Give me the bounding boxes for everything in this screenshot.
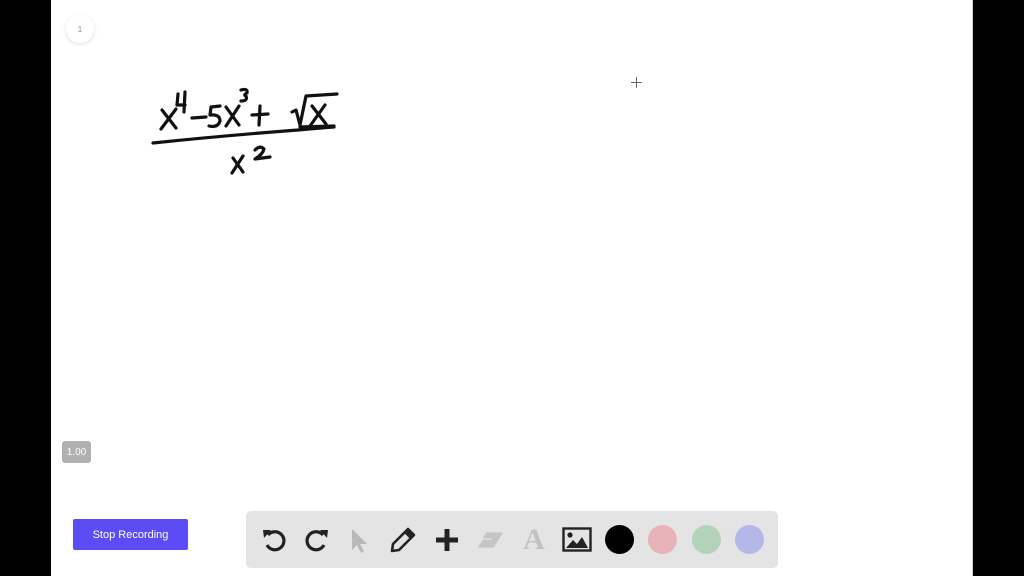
ink-2 xyxy=(253,145,272,161)
ink-plus xyxy=(250,104,270,127)
ink-4 xyxy=(175,90,187,114)
color-swatch-blue[interactable] xyxy=(735,525,764,554)
select-tool-button[interactable] xyxy=(344,525,374,555)
ink-x4 xyxy=(230,154,245,175)
image-icon xyxy=(562,527,592,552)
text-icon: A xyxy=(523,523,545,556)
add-button[interactable] xyxy=(432,525,462,555)
ink-x2 xyxy=(224,104,241,128)
redo-icon xyxy=(305,530,328,552)
zoom-level-badge: 1.00 xyxy=(62,441,91,463)
ink-fraction-bar xyxy=(151,125,336,145)
eraser-tool-button[interactable] xyxy=(475,525,505,555)
zoom-level: 1.00 xyxy=(66,446,87,458)
undo-icon xyxy=(263,530,286,552)
crosshair-cursor-icon xyxy=(631,77,642,88)
page-number-badge[interactable]: 1 xyxy=(66,15,94,43)
eraser-icon xyxy=(476,532,504,548)
ink-x xyxy=(159,107,178,131)
cursor-arrow-icon xyxy=(352,529,367,553)
ink-5 xyxy=(207,104,222,129)
color-swatch-green[interactable] xyxy=(692,525,721,554)
ink-minus xyxy=(190,115,208,120)
pencil-icon xyxy=(390,527,416,553)
redo-button[interactable] xyxy=(302,525,332,555)
stop-recording-label: Stop Recording xyxy=(92,528,169,541)
stop-recording-button[interactable]: Stop Recording xyxy=(73,519,188,550)
plus-icon xyxy=(436,529,458,551)
pen-tool-button[interactable] xyxy=(388,525,418,555)
color-swatch-black[interactable] xyxy=(605,525,634,554)
page-number: 1 xyxy=(77,24,83,34)
ink-x3 xyxy=(308,103,328,128)
image-tool-button[interactable] xyxy=(562,525,592,555)
text-tool-button[interactable]: A xyxy=(519,523,549,556)
ink-3 xyxy=(239,87,249,103)
color-swatch-red[interactable] xyxy=(648,525,677,554)
undo-button[interactable] xyxy=(259,525,289,555)
handwritten-expression xyxy=(151,87,339,175)
